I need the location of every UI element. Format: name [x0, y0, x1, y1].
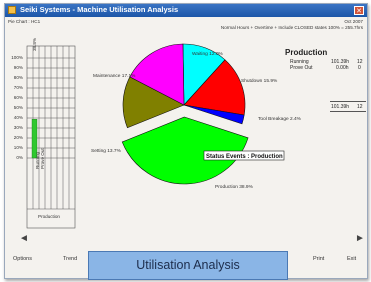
print-button[interactable]: Print — [313, 256, 324, 262]
app-window: Seiki Systems - Machine Utilisation Anal… — [4, 3, 368, 279]
pie-slice-label: Production 38.9% — [215, 184, 254, 190]
status-tooltip: Status Events : Production — [203, 150, 285, 161]
pie-slice-label: Shutdown 15.9% — [241, 78, 278, 84]
scroll-left-button[interactable]: ◄ — [19, 233, 29, 244]
pie-slice-label: Tool Breakage 2.4% — [258, 116, 302, 122]
summary-row-count: 0 — [358, 65, 361, 71]
summary-row-hours: 0.00h — [336, 65, 349, 71]
summary-total-hours: 101.39h — [331, 104, 350, 110]
banner-text: Utilisation Analysis — [136, 258, 240, 272]
options-button[interactable]: Options — [13, 256, 32, 262]
summary-rule — [330, 111, 366, 112]
scroll-right-button[interactable]: ► — [355, 233, 365, 244]
summary-total-count: 12 — [357, 104, 363, 110]
summary-title: Production — [285, 48, 328, 57]
caption-banner: Utilisation Analysis — [88, 251, 288, 280]
pie-slice[interactable] — [121, 116, 249, 185]
pie-chart[interactable]: Waiting 12.0% Shutdown 15.9% Tool Breakage… — [5, 4, 367, 278]
tooltip-text: Status Events : Production — [206, 154, 283, 160]
summary-row-label: Prove Out — [290, 65, 313, 71]
pie-slice-label: Setting 13.7% — [91, 148, 122, 154]
pie-slice-label: Waiting 12.0% — [192, 51, 223, 57]
exit-button[interactable]: Exit — [347, 256, 356, 262]
trend-button[interactable]: Trend — [63, 256, 77, 262]
summary-rule — [330, 101, 366, 102]
pie-slice-label: Maintenance 17.1% — [93, 73, 136, 79]
